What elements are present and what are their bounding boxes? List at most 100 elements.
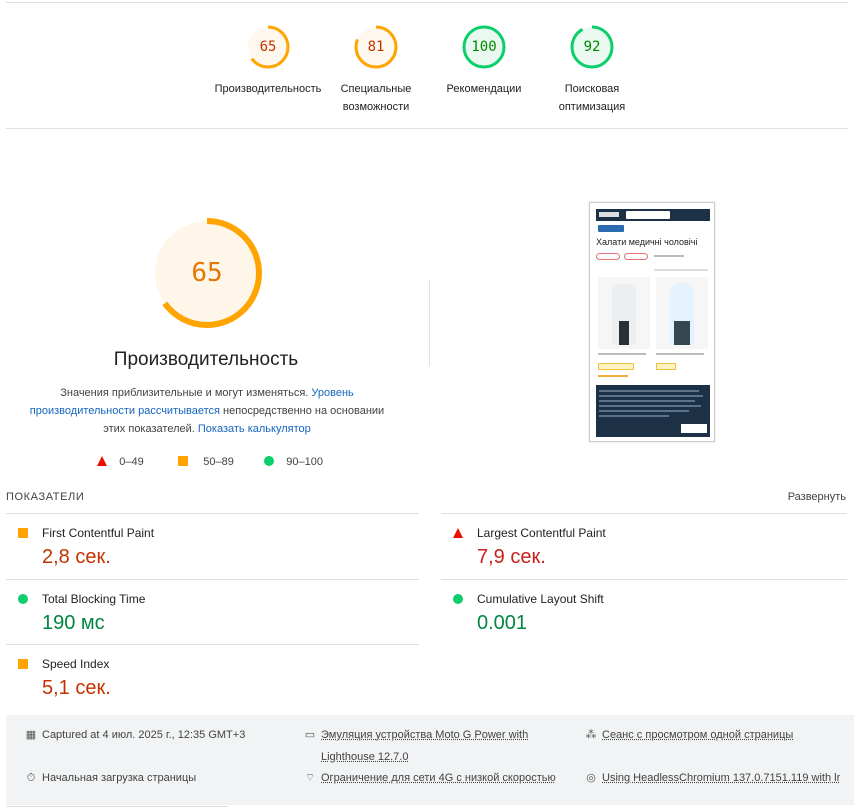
legend-range: 90–100 bbox=[286, 456, 323, 468]
thumb-line bbox=[598, 353, 646, 355]
thumb-price bbox=[656, 363, 676, 370]
thumb-filter bbox=[624, 253, 648, 260]
square-icon bbox=[18, 659, 28, 669]
thumb-header bbox=[596, 209, 710, 221]
metrics-heading: ПОКАЗАТЕЛИ bbox=[6, 491, 85, 503]
gauge-best-practices[interactable]: 100 Рекомендации bbox=[429, 24, 539, 98]
circle-icon bbox=[18, 594, 28, 604]
thumb-search bbox=[626, 211, 670, 219]
metric-name: Largest Contentful Paint bbox=[477, 526, 606, 540]
metric-first-contentful-paint: First Contentful Paint 2,8 сек. bbox=[6, 514, 406, 574]
thumb-product-image bbox=[674, 321, 690, 345]
gauge-score: 100 bbox=[471, 39, 497, 55]
browser-version[interactable]: ◎ Using HeadlessChromium 137.0.7151.119 w… bbox=[584, 767, 840, 789]
legend-average: 50–89 bbox=[178, 456, 234, 468]
runtime-settings: ▦ Captured at 4 июл. 2025 г., 12:35 GMT+3… bbox=[6, 715, 854, 805]
show-calculator-link[interactable]: Показать калькулятор bbox=[198, 423, 311, 435]
thumb-line bbox=[599, 395, 703, 397]
legend-pass: 90–100 bbox=[264, 456, 323, 468]
thumb-line bbox=[599, 390, 699, 392]
thumb-cookie-banner bbox=[596, 385, 710, 437]
devices-icon: ▭ bbox=[304, 729, 316, 741]
divider bbox=[6, 128, 848, 129]
score-gauges: 65 Производительность 81 Специальные воз… bbox=[0, 24, 854, 120]
triangle-icon bbox=[453, 528, 463, 538]
thumb-line bbox=[656, 353, 704, 355]
thumb-line bbox=[654, 255, 684, 257]
metric-name: First Contentful Paint bbox=[42, 526, 155, 540]
thumb-catalog-chip bbox=[598, 225, 624, 232]
calendar-icon: ▦ bbox=[25, 729, 37, 741]
square-icon bbox=[18, 528, 28, 538]
timer-icon: ⏱ bbox=[26, 772, 36, 784]
session-text: Сеанс с просмотром одной страницы bbox=[602, 729, 794, 741]
gauge-label: Поисковая оптимизация bbox=[558, 83, 626, 113]
gauge-score: 92 bbox=[583, 39, 601, 55]
device-emulation-cont[interactable]: Lighthouse 12.7.0 bbox=[321, 746, 408, 768]
captured-text: Captured at 4 июл. 2025 г., 12:35 GMT+3 bbox=[42, 729, 246, 741]
thumb-line bbox=[599, 405, 701, 407]
thumb-filter bbox=[596, 253, 620, 260]
final-screenshot-thumbnail[interactable]: Халати медичні чоловічі bbox=[589, 202, 715, 442]
device-emulation[interactable]: ▭ Эмуляция устройства Moto G Power with bbox=[303, 724, 528, 746]
legend-range: 0–49 bbox=[119, 456, 144, 468]
gauge-seo[interactable]: 92 Поисковая оптимизация bbox=[537, 24, 647, 116]
gauge-ring: 65 bbox=[245, 24, 291, 70]
chrome-icon: ◎ bbox=[586, 772, 596, 784]
thumb-line bbox=[599, 400, 695, 402]
metric-speed-index: Speed Index 5,1 сек. bbox=[6, 645, 406, 705]
metric-value: 5,1 сек. bbox=[42, 677, 111, 699]
thumb-heading: Халати медичні чоловічі bbox=[596, 237, 698, 247]
desc-text: Значения приблизительные и могут изменят… bbox=[60, 387, 309, 399]
gauge-label: Производительность bbox=[214, 83, 322, 95]
device-text: Lighthouse 12.7.0 bbox=[321, 751, 409, 763]
device-text: Эмуляция устройства Moto G Power with bbox=[321, 729, 529, 741]
legend-fail: 0–49 bbox=[97, 456, 144, 468]
metric-cumulative-layout-shift: Cumulative Layout Shift 0.001 bbox=[441, 580, 841, 640]
network-throttling[interactable]: ⌔ Ограничение для сети 4G с низкой скорос… bbox=[303, 767, 556, 789]
performance-title: Производительность bbox=[113, 349, 299, 370]
thumb-line bbox=[654, 269, 708, 271]
captured-at: ▦ Captured at 4 июл. 2025 г., 12:35 GMT+3 bbox=[24, 724, 246, 746]
legend-range: 50–89 bbox=[203, 456, 234, 468]
metric-value: 2,8 сек. bbox=[42, 546, 111, 568]
performance-score: 65 bbox=[191, 258, 223, 288]
square-icon bbox=[178, 456, 188, 466]
metric-total-blocking-time: Total Blocking Time 190 мс bbox=[6, 580, 406, 640]
metric-name: Total Blocking Time bbox=[42, 592, 146, 606]
gauge-ring: 100 bbox=[461, 24, 507, 70]
vertical-divider bbox=[429, 280, 430, 366]
gauge-performance[interactable]: 65 Производительность bbox=[213, 24, 323, 98]
gauge-label: Специальные возможности bbox=[340, 83, 412, 113]
thumb-product-card bbox=[598, 277, 650, 349]
gauge-label: Рекомендации bbox=[446, 83, 522, 95]
thumb-cookie-button bbox=[681, 424, 707, 433]
performance-description: Значения приблизительные и могут изменят… bbox=[22, 384, 392, 438]
thumb-product-image bbox=[619, 321, 629, 345]
performance-gauge-large: 65 bbox=[151, 217, 263, 329]
circle-icon bbox=[264, 456, 274, 466]
metric-name: Speed Index bbox=[42, 657, 110, 671]
single-page-session[interactable]: ⁂ Сеанс с просмотром одной страницы bbox=[584, 724, 794, 746]
triangle-icon bbox=[97, 456, 107, 466]
throttling-text: Ограничение для сети 4G с низкой скорост… bbox=[321, 772, 556, 784]
metric-largest-contentful-paint: Largest Contentful Paint 7,9 сек. bbox=[441, 514, 841, 574]
gauge-accessibility[interactable]: 81 Специальные возможности bbox=[321, 24, 431, 116]
metric-value: 0.001 bbox=[477, 612, 528, 634]
top-divider bbox=[6, 2, 848, 3]
gauge-ring: 81 bbox=[353, 24, 399, 70]
thumb-line bbox=[598, 375, 628, 377]
metric-value: 7,9 сек. bbox=[477, 546, 546, 568]
wifi-icon: ⌔ bbox=[304, 772, 316, 784]
metric-name: Cumulative Layout Shift bbox=[477, 592, 604, 606]
initial-page-load: ⏱ Начальная загрузка страницы bbox=[24, 767, 196, 789]
metric-value: 190 мс bbox=[42, 612, 105, 634]
gauge-score: 65 bbox=[259, 39, 277, 55]
browser-text: Using HeadlessChromium 137.0.7151.119 wi… bbox=[602, 772, 841, 784]
logo bbox=[599, 212, 619, 217]
thumb-product-card bbox=[656, 277, 708, 349]
initial-load-text: Начальная загрузка страницы bbox=[42, 772, 197, 784]
thumb-line bbox=[599, 415, 669, 417]
gauge-ring: 92 bbox=[569, 24, 615, 70]
expand-metrics-button[interactable]: Развернуть bbox=[788, 491, 846, 503]
